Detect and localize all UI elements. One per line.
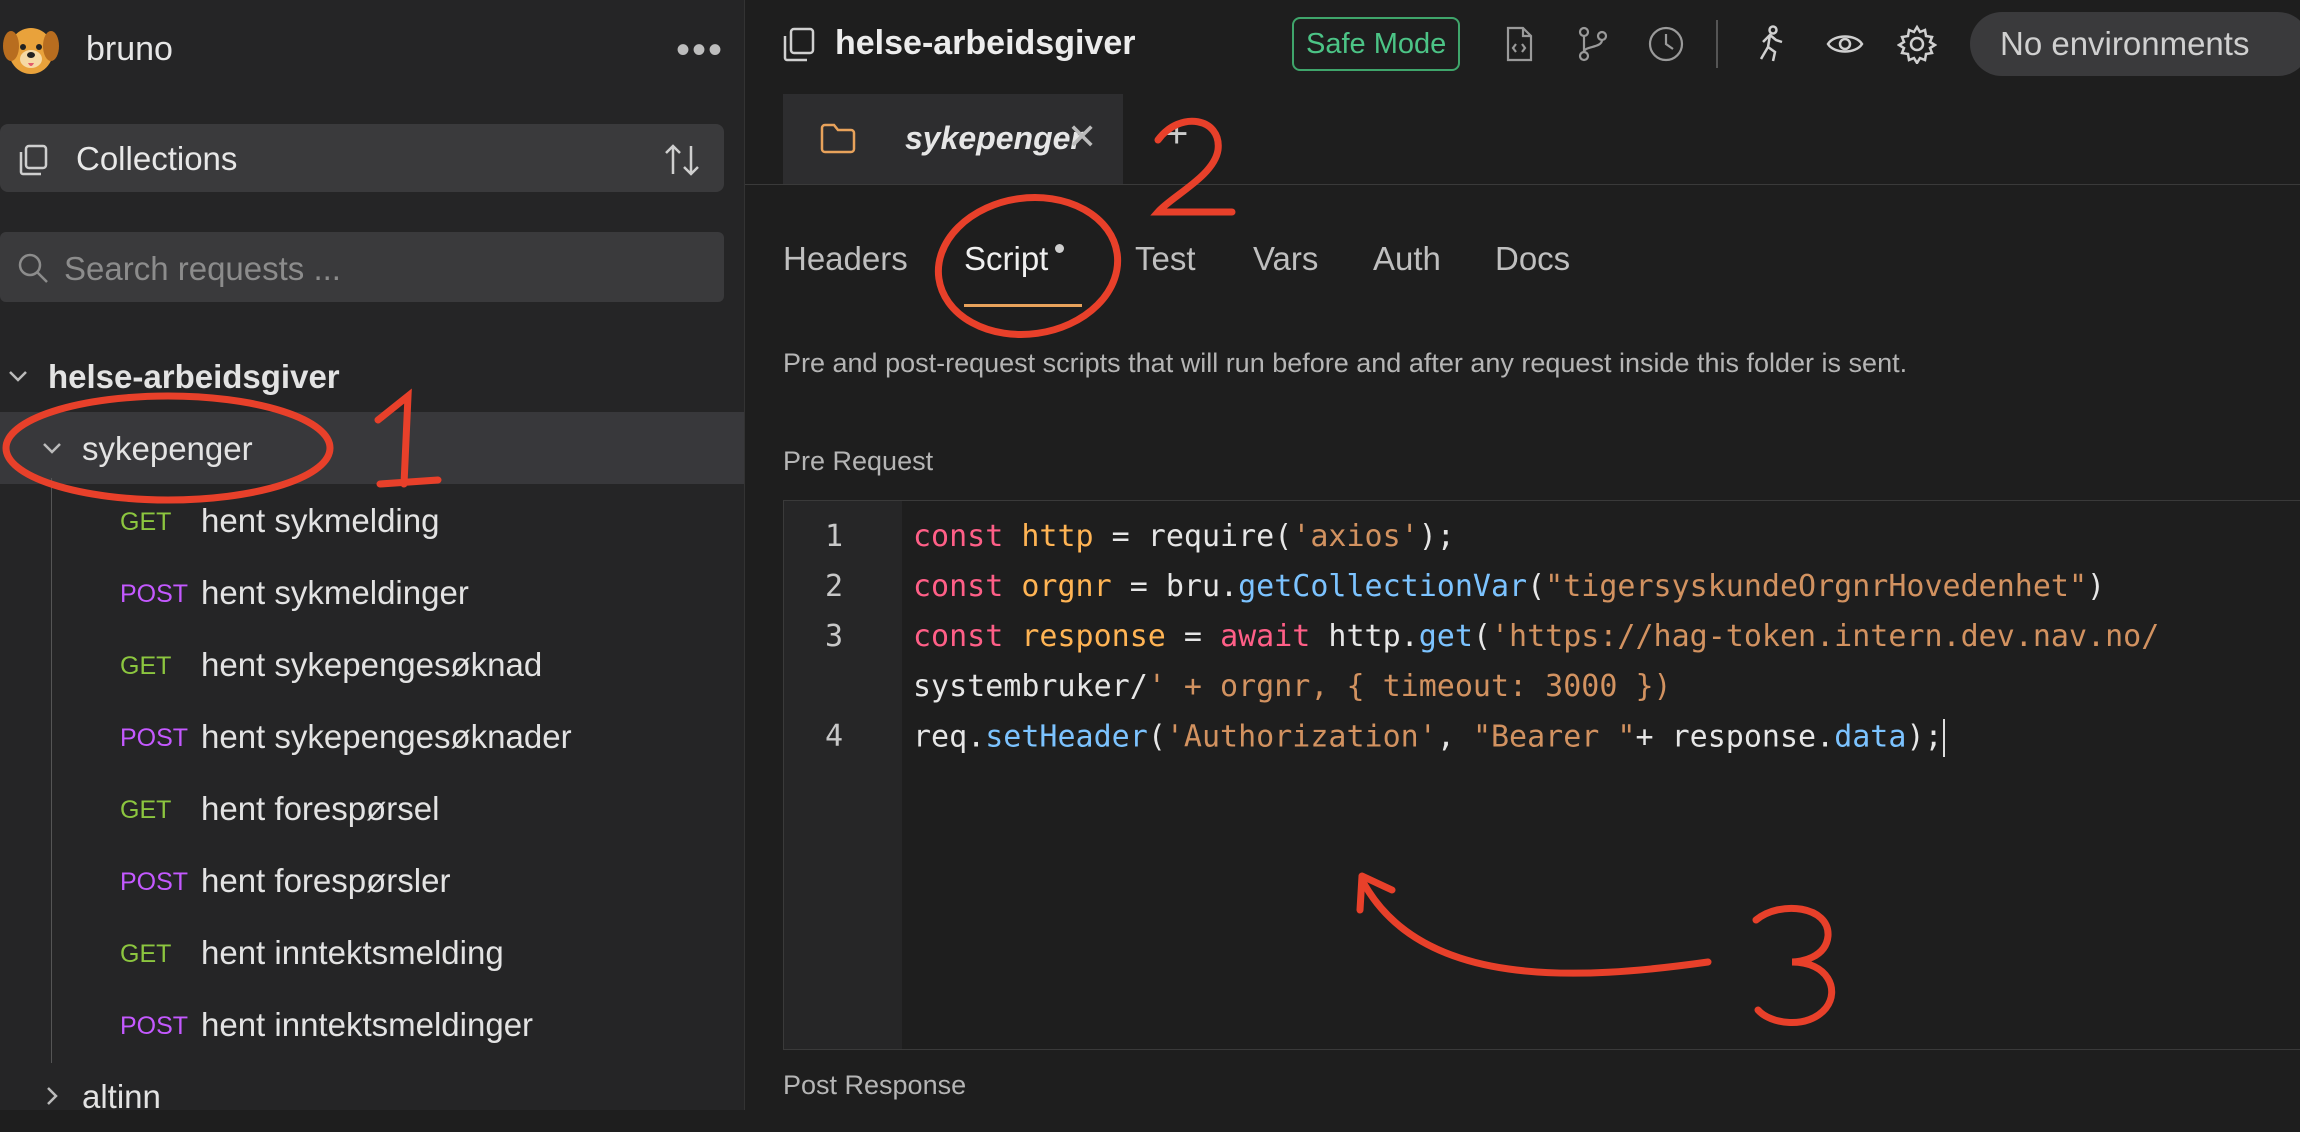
safe-mode-badge[interactable]: Safe Mode xyxy=(1292,17,1461,71)
tab-script[interactable]: Script xyxy=(964,240,1065,278)
request-row[interactable]: POST hent forespørsler xyxy=(0,844,744,916)
request-row[interactable]: GET hent forespørsel xyxy=(0,772,744,844)
settings-gear-icon[interactable] xyxy=(1897,24,1937,64)
sidebar: bruno ••• Collections Search requests ..… xyxy=(0,0,745,1115)
tree-indent-guide xyxy=(51,478,52,1063)
request-name: hent inntektsmeldinger xyxy=(201,1006,534,1043)
pre-request-label: Pre Request xyxy=(783,446,934,476)
request-method: POST xyxy=(120,868,189,896)
chevron-right-icon xyxy=(47,1087,58,1105)
request-tabs: sykepenger ✕ + xyxy=(745,94,2300,185)
request-method: POST xyxy=(120,724,189,752)
code-line-3-wrap: systembruker/' + orgnr, { timeout: 3000 … xyxy=(913,669,1672,704)
request-method: GET xyxy=(120,652,172,680)
app-name: bruno xyxy=(86,30,173,68)
sort-icon[interactable] xyxy=(662,142,702,178)
bruno-dog-logo-icon xyxy=(3,28,59,74)
request-name: hent sykepengesøknader xyxy=(201,718,572,755)
line-number: 4 xyxy=(824,719,844,754)
line-number: 1 xyxy=(824,519,844,554)
request-name: hent inntektsmelding xyxy=(201,934,504,971)
folder-row-sykepenger[interactable]: sykepenger xyxy=(0,412,744,484)
pre-request-script-editor[interactable]: 1 2 3 4 const http = require('axios'); c… xyxy=(783,500,2300,1050)
request-name: hent forespørsel xyxy=(201,790,440,827)
collections-label: Collections xyxy=(76,140,238,177)
environment-label: No environments xyxy=(2000,25,2250,62)
collection-root-row[interactable]: helse-arbeidsgiver xyxy=(0,340,744,412)
folder-row-altinn[interactable]: altinn xyxy=(0,1060,744,1132)
top-bar: helse-arbeidsgiver Safe Mode No environm… xyxy=(745,0,2300,88)
runner-icon[interactable] xyxy=(1751,24,1791,64)
environment-selector[interactable]: No environments xyxy=(1970,12,2300,76)
search-input[interactable]: Search requests ... xyxy=(64,250,341,288)
git-branch-icon[interactable] xyxy=(1573,24,1613,64)
request-name: hent sykmeldinger xyxy=(201,574,469,611)
new-tab-icon[interactable]: + xyxy=(1165,112,1188,157)
modified-indicator xyxy=(1055,244,1065,253)
search-icon xyxy=(18,253,48,283)
line-number: 3 xyxy=(824,619,844,654)
tab-sykepenger[interactable]: sykepenger ✕ xyxy=(783,94,1123,184)
code-line-2: const orgnr = bru.getCollectionVar("tige… xyxy=(913,569,2106,604)
code-line-4: req.setHeader('Authorization', "Bearer "… xyxy=(913,719,1945,757)
tab-label: sykepenger xyxy=(905,120,1083,156)
chevron-down-icon xyxy=(43,443,61,454)
eye-icon[interactable] xyxy=(1825,24,1865,64)
code-line-1: const http = require('axios'); xyxy=(913,519,1455,554)
collection-name: helse-arbeidsgiver xyxy=(48,358,340,395)
request-name: hent sykepengesøknad xyxy=(201,646,543,683)
tab-vars[interactable]: Vars xyxy=(1253,240,1318,278)
request-row[interactable]: POST hent inntektsmeldinger xyxy=(0,988,744,1060)
folder-icon xyxy=(820,123,856,154)
active-tab-underline xyxy=(964,304,1082,307)
line-number-gutter: 1 2 3 4 xyxy=(784,501,902,1049)
request-row[interactable]: POST hent sykmeldinger xyxy=(0,556,744,628)
request-name: hent sykmelding xyxy=(201,502,440,539)
folder-name: altinn xyxy=(82,1078,161,1115)
collections-header[interactable]: Collections xyxy=(0,124,724,192)
history-clock-icon[interactable] xyxy=(1646,24,1686,64)
close-tab-icon[interactable]: ✕ xyxy=(1067,116,1097,158)
code-line-3: const response = await http.get('https:/… xyxy=(913,619,2160,654)
request-method: POST xyxy=(120,1012,189,1040)
brand-header: bruno ••• xyxy=(0,18,744,80)
chevron-down-icon xyxy=(9,371,27,382)
request-method: GET xyxy=(120,940,172,968)
more-options-icon[interactable]: ••• xyxy=(676,28,724,73)
request-row[interactable]: GET hent inntektsmelding xyxy=(0,916,744,988)
collection-icon xyxy=(783,27,815,62)
collections-icon xyxy=(19,144,48,176)
request-row[interactable]: POST hent sykepengesøknader xyxy=(0,700,744,772)
tab-auth[interactable]: Auth xyxy=(1373,240,1441,278)
folder-settings-tabs: Headers Script Test Vars Auth Docs xyxy=(783,240,2183,300)
folder-name: sykepenger xyxy=(82,430,253,467)
tab-docs[interactable]: Docs xyxy=(1495,240,1570,278)
generate-docs-icon[interactable] xyxy=(1499,24,1539,64)
request-name: hent forespørsler xyxy=(201,862,451,899)
tab-headers[interactable]: Headers xyxy=(783,240,908,278)
script-description: Pre and post-request scripts that will r… xyxy=(783,348,1908,378)
tab-test[interactable]: Test xyxy=(1135,240,1196,278)
search-requests[interactable]: Search requests ... xyxy=(0,232,724,302)
toolbar-separator xyxy=(1716,20,1718,68)
request-row[interactable]: GET hent sykepengesøknad xyxy=(0,628,744,700)
line-number: 2 xyxy=(824,569,844,604)
collection-title: helse-arbeidsgiver xyxy=(835,24,1136,62)
request-method: GET xyxy=(120,508,172,536)
tab-script-label: Script xyxy=(964,240,1049,277)
request-row[interactable]: GET hent sykmelding xyxy=(0,484,744,556)
text-cursor xyxy=(1942,719,1945,757)
request-method: GET xyxy=(120,796,172,824)
post-response-label: Post Response xyxy=(783,1070,967,1100)
request-method: POST xyxy=(120,580,189,608)
